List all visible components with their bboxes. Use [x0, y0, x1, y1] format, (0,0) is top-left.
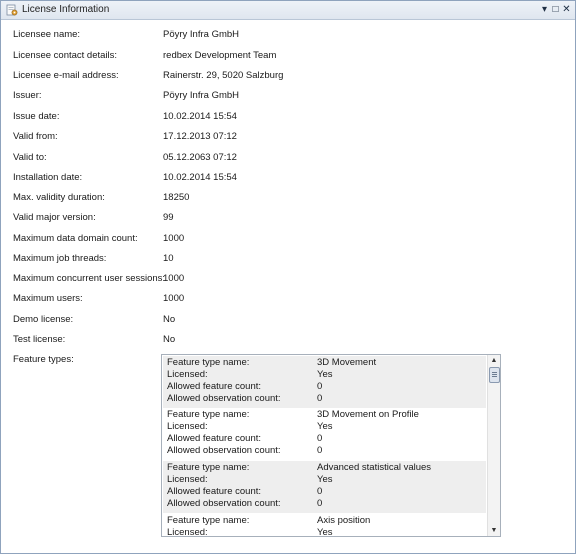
- license-gear-icon: [6, 4, 18, 16]
- licensed-value: Yes: [317, 474, 333, 485]
- scroll-thumb[interactable]: [489, 367, 500, 383]
- allowed-observation-key: Allowed observation count:: [167, 445, 281, 456]
- field-value: 1000: [163, 273, 185, 284]
- feature-types-list[interactable]: Feature type name: 3D Movement Licensed: Y…: [161, 354, 501, 537]
- license-information-window: License Information ▾ □ ✕ Licensee name:…: [0, 0, 576, 554]
- field-value: 99: [163, 212, 174, 223]
- window-title: License Information: [22, 4, 110, 15]
- field-value: 18250: [163, 192, 190, 203]
- field-value: 10: [163, 253, 174, 264]
- field-max-concurrent-sessions: Maximum concurrent user sessions: 1000: [1, 273, 561, 287]
- field-value: Rainerstr. 29, 5020 Salzburg: [163, 70, 284, 81]
- licensed-key: Licensed:: [167, 527, 208, 536]
- allowed-feature-value: 0: [317, 486, 323, 497]
- feature-name-key: Feature type name:: [167, 515, 250, 526]
- feature-name-key: Feature type name:: [167, 357, 250, 368]
- license-details: Licensee name: Pöyry Infra GmbH Licensee…: [1, 20, 575, 552]
- list-item[interactable]: Feature type name: Advanced statistical v…: [163, 461, 486, 513]
- field-max-validity: Max. validity duration: 18250: [1, 192, 561, 206]
- allowed-observation-value: 0: [317, 498, 323, 509]
- allowed-feature-key: Allowed feature count:: [167, 433, 262, 444]
- grip-line: [492, 374, 497, 375]
- allowed-feature-key: Allowed feature count:: [167, 381, 262, 392]
- field-issue-date: Issue date: 10.02.2014 15:54: [1, 111, 561, 125]
- feature-name-key: Feature type name:: [167, 462, 250, 473]
- field-label: Issuer:: [13, 90, 42, 101]
- field-licensee-contact: Licensee contact details: redbex Develop…: [1, 50, 561, 64]
- minimize-button[interactable]: ▾: [539, 4, 550, 15]
- field-label: Demo license:: [13, 314, 74, 325]
- field-max-users: Maximum users: 1000: [1, 293, 561, 307]
- field-value: 05.12.2063 07:12: [163, 152, 237, 163]
- licensed-value: Yes: [317, 369, 333, 380]
- field-valid-to: Valid to: 05.12.2063 07:12: [1, 152, 561, 166]
- feature-name-value: Axis position: [317, 515, 371, 526]
- field-licensee-email: Licensee e-mail address: Rainerstr. 29, …: [1, 70, 561, 84]
- field-installation-date: Installation date: 10.02.2014 15:54: [1, 172, 561, 186]
- list-item[interactable]: Feature type name: 3D Movement on Profile…: [163, 408, 486, 460]
- field-label: Maximum concurrent user sessions:: [13, 273, 166, 284]
- field-label: Test license:: [13, 334, 66, 345]
- feature-name-value: Advanced statistical values: [317, 462, 432, 473]
- allowed-feature-value: 0: [317, 381, 323, 392]
- field-value: No: [163, 334, 176, 345]
- feature-types-viewport[interactable]: Feature type name: 3D Movement Licensed: Y…: [162, 355, 487, 536]
- field-value: Pöyry Infra GmbH: [163, 90, 240, 101]
- licensed-key: Licensed:: [167, 369, 208, 380]
- field-value: Pöyry Infra GmbH: [163, 29, 240, 40]
- allowed-observation-key: Allowed observation count:: [167, 498, 281, 509]
- allowed-observation-key: Allowed observation count:: [167, 393, 281, 404]
- list-item[interactable]: Feature type name: 3D Movement Licensed: Y…: [163, 356, 486, 408]
- field-value: 10.02.2014 15:54: [163, 172, 237, 183]
- field-label: Max. validity duration:: [13, 192, 105, 203]
- field-label: Valid from:: [13, 131, 58, 142]
- field-value: redbex Development Team: [163, 50, 277, 61]
- field-label: Maximum data domain count:: [13, 233, 138, 244]
- field-label: Licensee name:: [13, 29, 81, 40]
- close-button[interactable]: ✕: [561, 4, 572, 15]
- allowed-observation-value: 0: [317, 393, 323, 404]
- grip-line: [492, 376, 497, 377]
- field-label: Feature types:: [13, 354, 74, 365]
- field-max-job-threads: Maximum job threads: 10: [1, 253, 561, 267]
- field-label: Valid major version:: [13, 212, 96, 223]
- field-label: Licensee contact details:: [13, 50, 118, 61]
- field-value: 1000: [163, 293, 185, 304]
- feature-name-value: 3D Movement: [317, 357, 377, 368]
- licensed-key: Licensed:: [167, 474, 208, 485]
- licensed-value: Yes: [317, 527, 333, 536]
- field-issuer: Issuer: Pöyry Infra GmbH: [1, 90, 561, 104]
- allowed-feature-value: 0: [317, 433, 323, 444]
- feature-name-key: Feature type name:: [167, 409, 250, 420]
- field-max-data-domain: Maximum data domain count: 1000: [1, 233, 561, 247]
- allowed-observation-value: 0: [317, 445, 323, 456]
- field-value: 10.02.2014 15:54: [163, 111, 237, 122]
- field-label: Licensee e-mail address:: [13, 70, 119, 81]
- grip-line: [492, 372, 497, 373]
- field-label: Issue date:: [13, 111, 60, 122]
- field-test-license: Test license: No: [1, 334, 561, 348]
- scroll-down-button[interactable]: ▼: [488, 525, 500, 536]
- allowed-feature-key: Allowed feature count:: [167, 486, 262, 497]
- field-valid-from: Valid from: 17.12.2013 07:12: [1, 131, 561, 145]
- maximize-button[interactable]: □: [550, 4, 561, 15]
- licensed-value: Yes: [317, 421, 333, 432]
- vertical-scrollbar[interactable]: ▲ ▼: [487, 355, 500, 536]
- field-label: Maximum users:: [13, 293, 83, 304]
- field-licensee-name: Licensee name: Pöyry Infra GmbH: [1, 29, 561, 43]
- scroll-up-button[interactable]: ▲: [488, 355, 500, 366]
- field-valid-major-version: Valid major version: 99: [1, 212, 561, 226]
- field-label: Maximum job threads:: [13, 253, 107, 264]
- title-bar[interactable]: License Information ▾ □ ✕: [1, 1, 575, 20]
- list-item[interactable]: Feature type name: Axis position Licensed…: [163, 514, 486, 536]
- field-label: Installation date:: [13, 172, 83, 183]
- field-value: No: [163, 314, 176, 325]
- licensed-key: Licensed:: [167, 421, 208, 432]
- feature-name-value: 3D Movement on Profile: [317, 409, 419, 420]
- field-label: Valid to:: [13, 152, 47, 163]
- field-value: 1000: [163, 233, 185, 244]
- field-value: 17.12.2013 07:12: [163, 131, 237, 142]
- field-demo-license: Demo license: No: [1, 314, 561, 328]
